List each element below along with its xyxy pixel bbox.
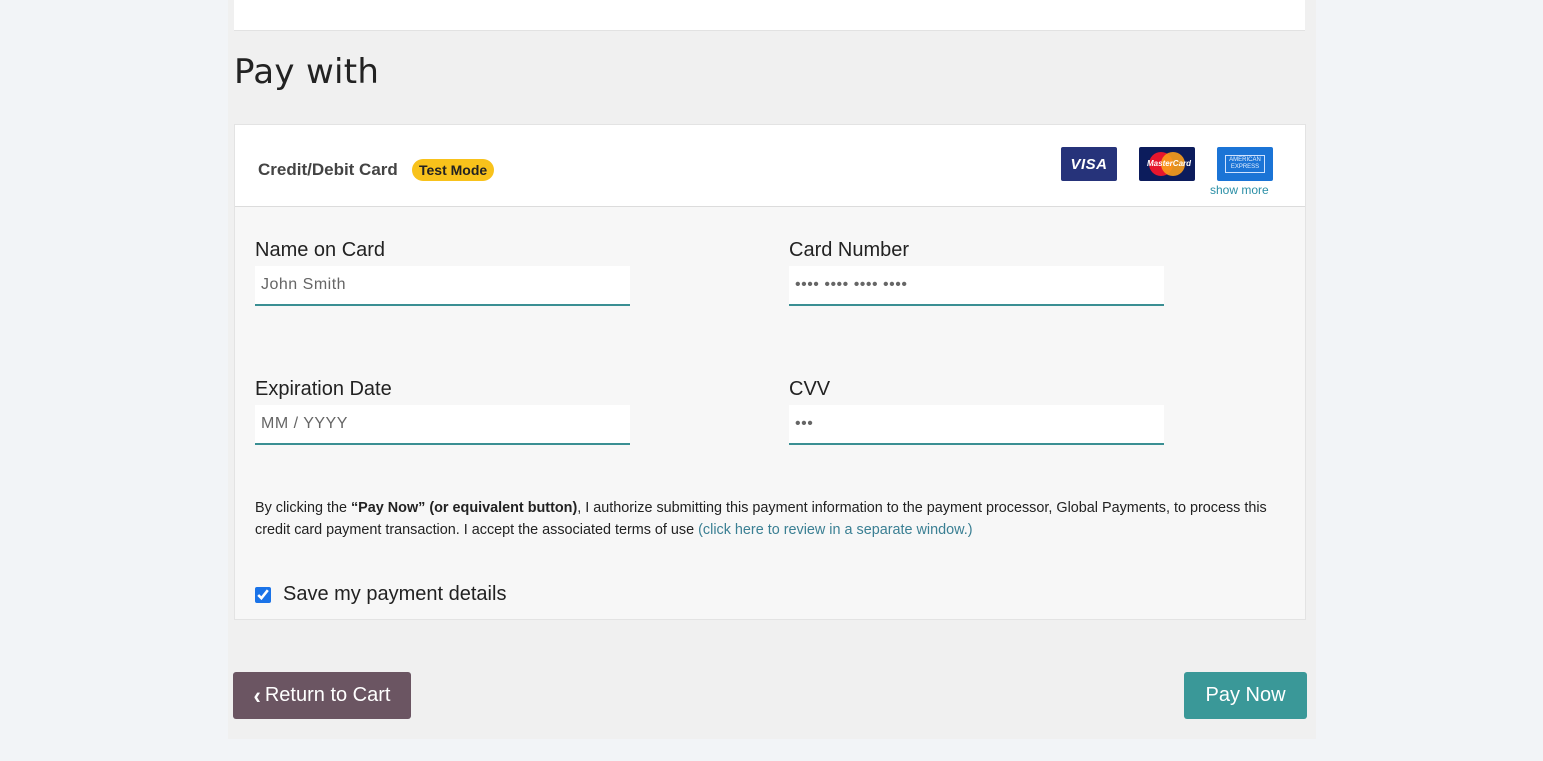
mastercard-circles: MasterCard xyxy=(1147,152,1192,176)
pay-now-button[interactable]: Pay Now xyxy=(1184,672,1307,719)
chevron-left-icon: ‹ xyxy=(253,681,261,709)
terms-of-use-link[interactable]: (click here to review in a separate wind… xyxy=(698,522,972,538)
page-title: Pay with xyxy=(234,52,380,92)
amex-logo-box: AMERICAN EXPRESS xyxy=(1225,155,1265,173)
cvv-input[interactable] xyxy=(789,405,1164,445)
save-payment-details-label[interactable]: Save my payment details xyxy=(283,583,506,606)
return-to-cart-label: Return to Cart xyxy=(264,684,391,706)
amex-logo-line1: AMERICAN xyxy=(1229,157,1261,163)
payment-method-card: Credit/Debit Card Test Mode VISA MasterC… xyxy=(234,124,1306,620)
payment-method-label: Credit/Debit Card xyxy=(258,160,398,179)
mastercard-logo-icon: MasterCard xyxy=(1139,147,1195,181)
expiration-date-label: Expiration Date xyxy=(255,378,392,400)
show-more-link[interactable]: show more xyxy=(1210,183,1269,197)
previous-section-card xyxy=(234,0,1305,31)
save-payment-details-checkbox[interactable] xyxy=(255,586,271,603)
name-on-card-label: Name on Card xyxy=(255,239,386,261)
checkout-column: Pay with Credit/Debit Card Test Mode VIS… xyxy=(228,0,1316,739)
amex-logo-line2: EXPRESS xyxy=(1230,164,1260,170)
visa-logo-icon: VISA xyxy=(1061,147,1117,181)
save-payment-details-row: Save my payment details xyxy=(255,583,506,606)
name-on-card-input[interactable] xyxy=(255,266,630,306)
consent-prefix: By clicking the xyxy=(255,500,351,516)
visa-logo-text: VISA xyxy=(1070,155,1108,173)
card-number-input[interactable] xyxy=(789,266,1164,306)
cvv-label: CVV xyxy=(789,378,831,400)
payment-consent-text: By clicking the “Pay Now” (or equivalent… xyxy=(255,497,1295,541)
card-number-label: Card Number xyxy=(789,239,910,261)
amex-logo-icon: AMERICAN EXPRESS xyxy=(1217,147,1273,181)
expiration-date-input[interactable] xyxy=(255,405,630,445)
mastercard-logo-text: MasterCard xyxy=(1147,159,1192,168)
consent-button-reference: “Pay Now” (or equivalent button) xyxy=(350,500,578,516)
payment-method-header[interactable]: Credit/Debit Card Test Mode VISA MasterC… xyxy=(235,125,1305,207)
test-mode-badge: Test Mode xyxy=(412,159,495,181)
return-to-cart-button[interactable]: ‹ Return to Cart xyxy=(233,672,411,719)
